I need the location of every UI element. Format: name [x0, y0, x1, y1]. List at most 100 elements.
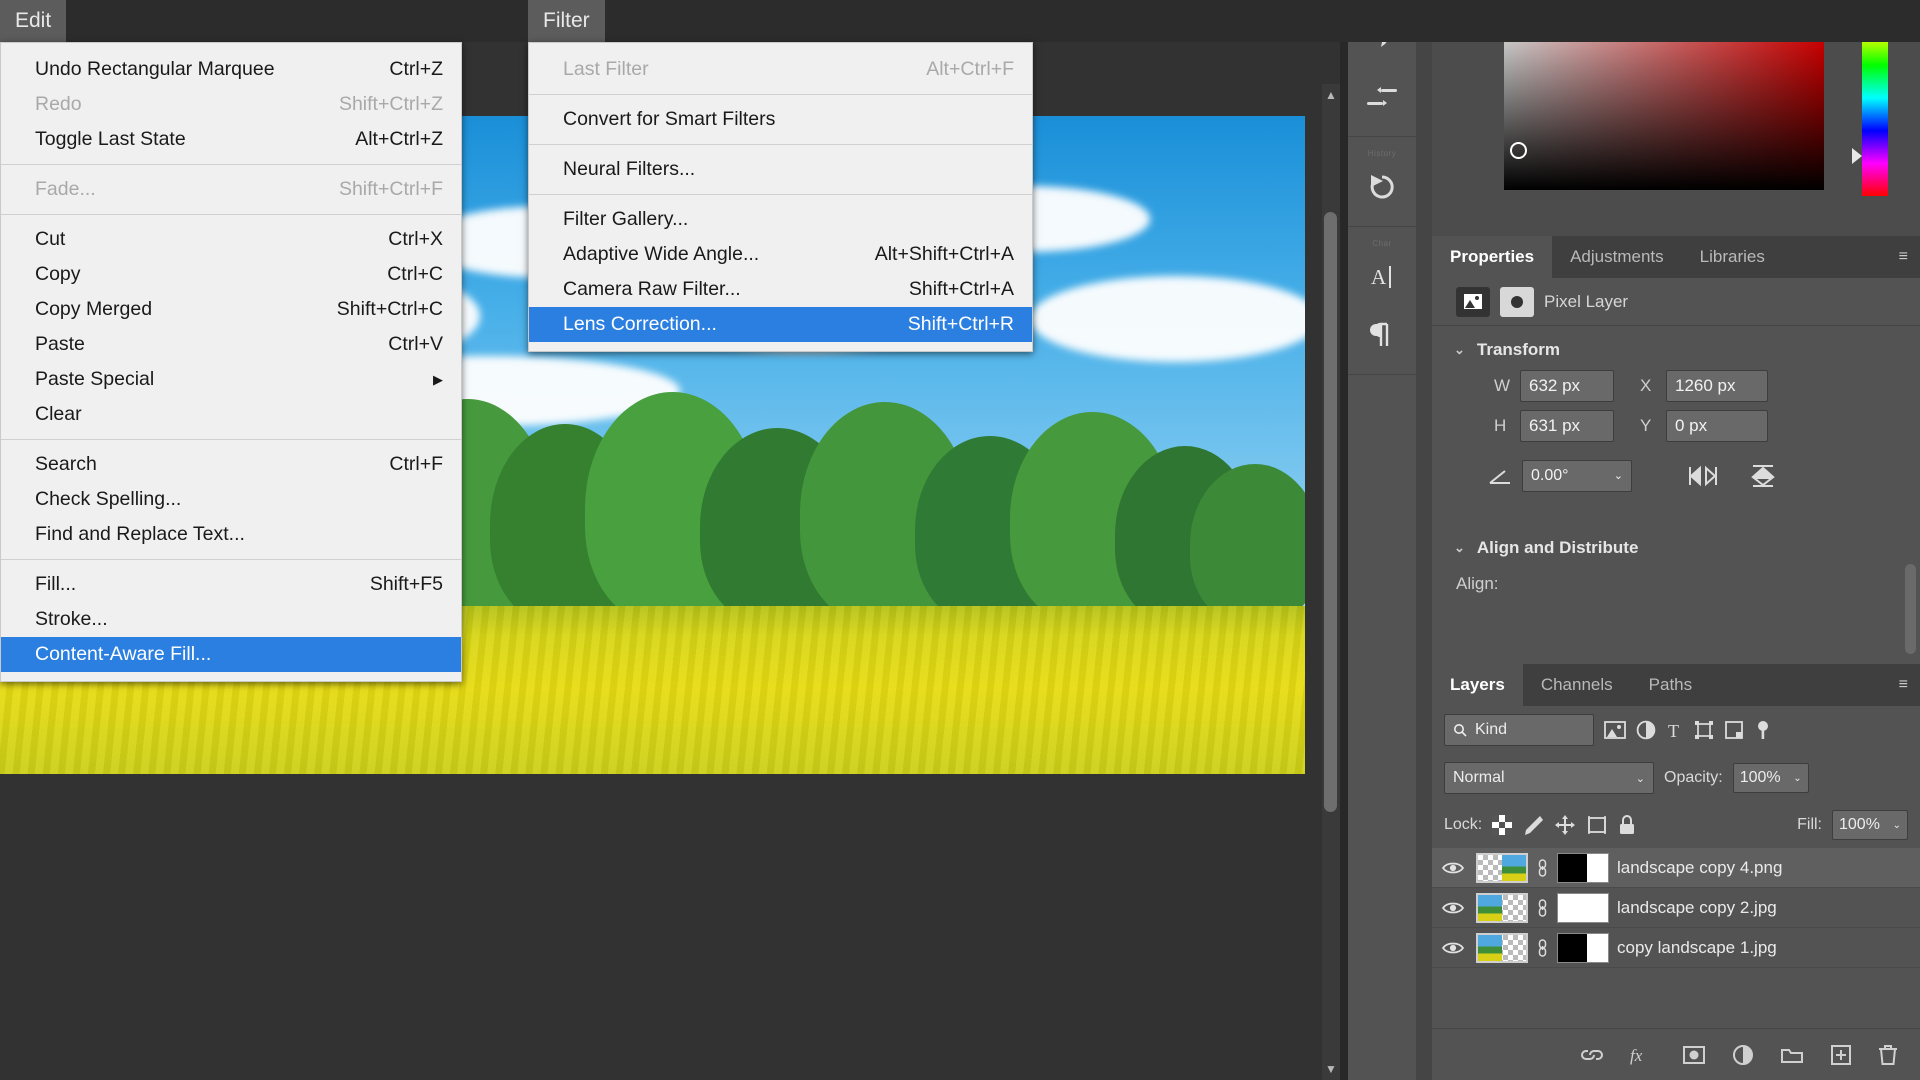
- edit-menu-item[interactable]: Content-Aware Fill...: [1, 637, 461, 672]
- chevron-down-icon[interactable]: ⌄: [1893, 820, 1901, 831]
- properties-panel-menu-icon[interactable]: ≡: [1887, 236, 1920, 278]
- tab-channels[interactable]: Channels: [1523, 664, 1631, 706]
- lock-image-pixels-icon[interactable]: [1522, 814, 1544, 836]
- tab-paths[interactable]: Paths: [1631, 664, 1710, 706]
- filter-pixel-icon[interactable]: [1604, 721, 1626, 739]
- paragraph-icon[interactable]: [1348, 306, 1416, 364]
- filter-menu-item[interactable]: Convert for Smart Filters: [529, 102, 1032, 137]
- chevron-down-icon[interactable]: ⌄: [1454, 342, 1465, 358]
- eye-visibility-icon[interactable]: [1442, 861, 1468, 875]
- filter-menu-item[interactable]: Adaptive Wide Angle... Alt+Shift+Ctrl+A: [529, 237, 1032, 272]
- history-icon[interactable]: [1348, 158, 1416, 216]
- width-input[interactable]: 632 px: [1520, 370, 1614, 402]
- chevron-down-icon[interactable]: ⌄: [1636, 772, 1645, 785]
- layer-mask-link-icon[interactable]: [1536, 858, 1549, 878]
- lock-position-icon[interactable]: [1554, 814, 1576, 836]
- tab-layers[interactable]: Layers: [1432, 664, 1523, 706]
- tab-adjustments[interactable]: Adjustments: [1552, 236, 1682, 278]
- edit-menu-item[interactable]: Copy Merged Shift+Ctrl+C: [1, 292, 461, 327]
- tab-libraries[interactable]: Libraries: [1682, 236, 1783, 278]
- edit-menu-item[interactable]: Search Ctrl+F: [1, 447, 461, 482]
- lock-transparency-icon[interactable]: [1492, 815, 1513, 835]
- menu-edit[interactable]: Edit: [0, 0, 67, 42]
- edit-menu-item-shortcut: Ctrl+C: [387, 263, 443, 285]
- edit-menu-item[interactable]: Fill... Shift+F5: [1, 567, 461, 602]
- transform-section-header[interactable]: ⌄ Transform: [1432, 326, 1920, 366]
- filter-menu-item[interactable]: Camera Raw Filter... Shift+Ctrl+A: [529, 272, 1032, 307]
- link-icon[interactable]: [1580, 1047, 1604, 1063]
- filter-menu-item[interactable]: Filter Gallery...: [529, 202, 1032, 237]
- layer-thumbnail[interactable]: [1476, 852, 1528, 883]
- height-input[interactable]: 631 px: [1520, 410, 1614, 442]
- edit-menu-item-label: Toggle Last State: [35, 128, 186, 150]
- fill-input[interactable]: 100% ⌄: [1832, 810, 1908, 840]
- layer-mask-thumbnail[interactable]: [1557, 892, 1609, 923]
- lock-artboard-icon[interactable]: [1586, 815, 1608, 835]
- layer-mask-thumbnail[interactable]: [1557, 852, 1609, 883]
- filter-adjustment-icon[interactable]: [1636, 720, 1656, 740]
- chevron-down-icon[interactable]: ⌄: [1454, 540, 1465, 556]
- x-input[interactable]: 1260 px: [1666, 370, 1768, 402]
- chevron-down-icon[interactable]: ⌄: [1614, 461, 1623, 491]
- edit-menu-item-shortcut: Shift+Ctrl+Z: [338, 93, 443, 115]
- chevron-down-icon[interactable]: ⌄: [1793, 773, 1801, 784]
- eye-visibility-icon[interactable]: [1442, 941, 1468, 955]
- align-title: Align and Distribute: [1476, 538, 1639, 557]
- layer-mask-link-icon[interactable]: [1536, 898, 1549, 918]
- edit-menu-item[interactable]: Clear: [1, 397, 461, 432]
- filter-menu-item[interactable]: Lens Correction... Shift+Ctrl+R: [529, 307, 1032, 342]
- align-label: Align:: [1456, 574, 1499, 593]
- layer-filter-kind-select[interactable]: Kind: [1444, 714, 1594, 746]
- edit-menu-item[interactable]: Copy Ctrl+C: [1, 257, 461, 292]
- layer-thumbnail[interactable]: [1476, 892, 1528, 923]
- blend-mode-select[interactable]: Normal ⌄: [1444, 762, 1654, 794]
- angle-input[interactable]: 0.00° ⌄: [1522, 460, 1632, 492]
- new-layer-icon[interactable]: [1830, 1044, 1852, 1066]
- eye-visibility-icon[interactable]: [1442, 901, 1468, 915]
- canvas-vertical-scroll-thumb[interactable]: [1324, 212, 1337, 812]
- edit-menu-item[interactable]: Cut Ctrl+X: [1, 222, 461, 257]
- menu-filter[interactable]: Filter: [528, 0, 605, 42]
- edit-menu-item[interactable]: Undo Rectangular Marquee Ctrl+Z: [1, 52, 461, 87]
- character-icon[interactable]: A: [1348, 248, 1416, 306]
- filter-menu-item[interactable]: Neural Filters...: [529, 152, 1032, 187]
- edit-menu-item[interactable]: Toggle Last State Alt+Ctrl+Z: [1, 122, 461, 157]
- layer-row[interactable]: landscape copy 2.jpg: [1432, 888, 1920, 928]
- lock-all-icon[interactable]: [1618, 814, 1636, 836]
- edit-menu-item[interactable]: Find and Replace Text...: [1, 517, 461, 552]
- edit-menu-item[interactable]: Stroke...: [1, 602, 461, 637]
- layers-panel-menu-icon[interactable]: ≡: [1887, 664, 1920, 706]
- layer-mask-link-icon[interactable]: [1536, 938, 1549, 958]
- delete-icon[interactable]: [1878, 1044, 1898, 1066]
- layer-mask-thumbnail[interactable]: [1557, 932, 1609, 963]
- flip-vertical-icon[interactable]: [1750, 464, 1776, 488]
- properties-scroll-thumb[interactable]: [1905, 564, 1916, 654]
- group-icon[interactable]: [1780, 1045, 1804, 1065]
- brush-preset-icon[interactable]: [1348, 68, 1416, 126]
- tab-properties[interactable]: Properties: [1432, 236, 1553, 278]
- edit-menu-item[interactable]: Paste Special ▶: [1, 362, 461, 397]
- layer-row[interactable]: copy landscape 1.jpg: [1432, 928, 1920, 968]
- layer-filter-row: Kind T: [1432, 706, 1920, 754]
- filter-shape-icon[interactable]: [1694, 720, 1714, 740]
- filter-toggle-icon[interactable]: [1754, 719, 1772, 741]
- flip-horizontal-icon[interactable]: [1688, 465, 1718, 487]
- svg-text:fx: fx: [1630, 1046, 1643, 1065]
- mask-icon[interactable]: [1682, 1045, 1706, 1065]
- align-section-header[interactable]: ⌄ Align and Distribute: [1432, 524, 1920, 564]
- filter-smart-object-icon[interactable]: [1724, 720, 1744, 740]
- layer-thumbnail[interactable]: [1476, 932, 1528, 963]
- filter-dropdown-menu: Last Filter Alt+Ctrl+F Convert for Smart F…: [528, 42, 1033, 352]
- color-cursor[interactable]: [1510, 142, 1527, 159]
- adjustment-icon[interactable]: [1732, 1044, 1754, 1066]
- edit-menu-item[interactable]: Check Spelling...: [1, 482, 461, 517]
- opacity-input[interactable]: 100% ⌄: [1732, 763, 1809, 793]
- filter-type-icon[interactable]: T: [1666, 720, 1684, 740]
- scroll-down-arrow[interactable]: ▼: [1322, 1062, 1340, 1080]
- layer-row[interactable]: landscape copy 4.png: [1432, 848, 1920, 888]
- fx-icon[interactable]: fx: [1630, 1045, 1656, 1065]
- scroll-up-arrow[interactable]: ▲: [1322, 88, 1340, 110]
- edit-menu-item[interactable]: Paste Ctrl+V: [1, 327, 461, 362]
- y-input[interactable]: 0 px: [1666, 410, 1768, 442]
- hue-marker[interactable]: [1852, 148, 1862, 164]
